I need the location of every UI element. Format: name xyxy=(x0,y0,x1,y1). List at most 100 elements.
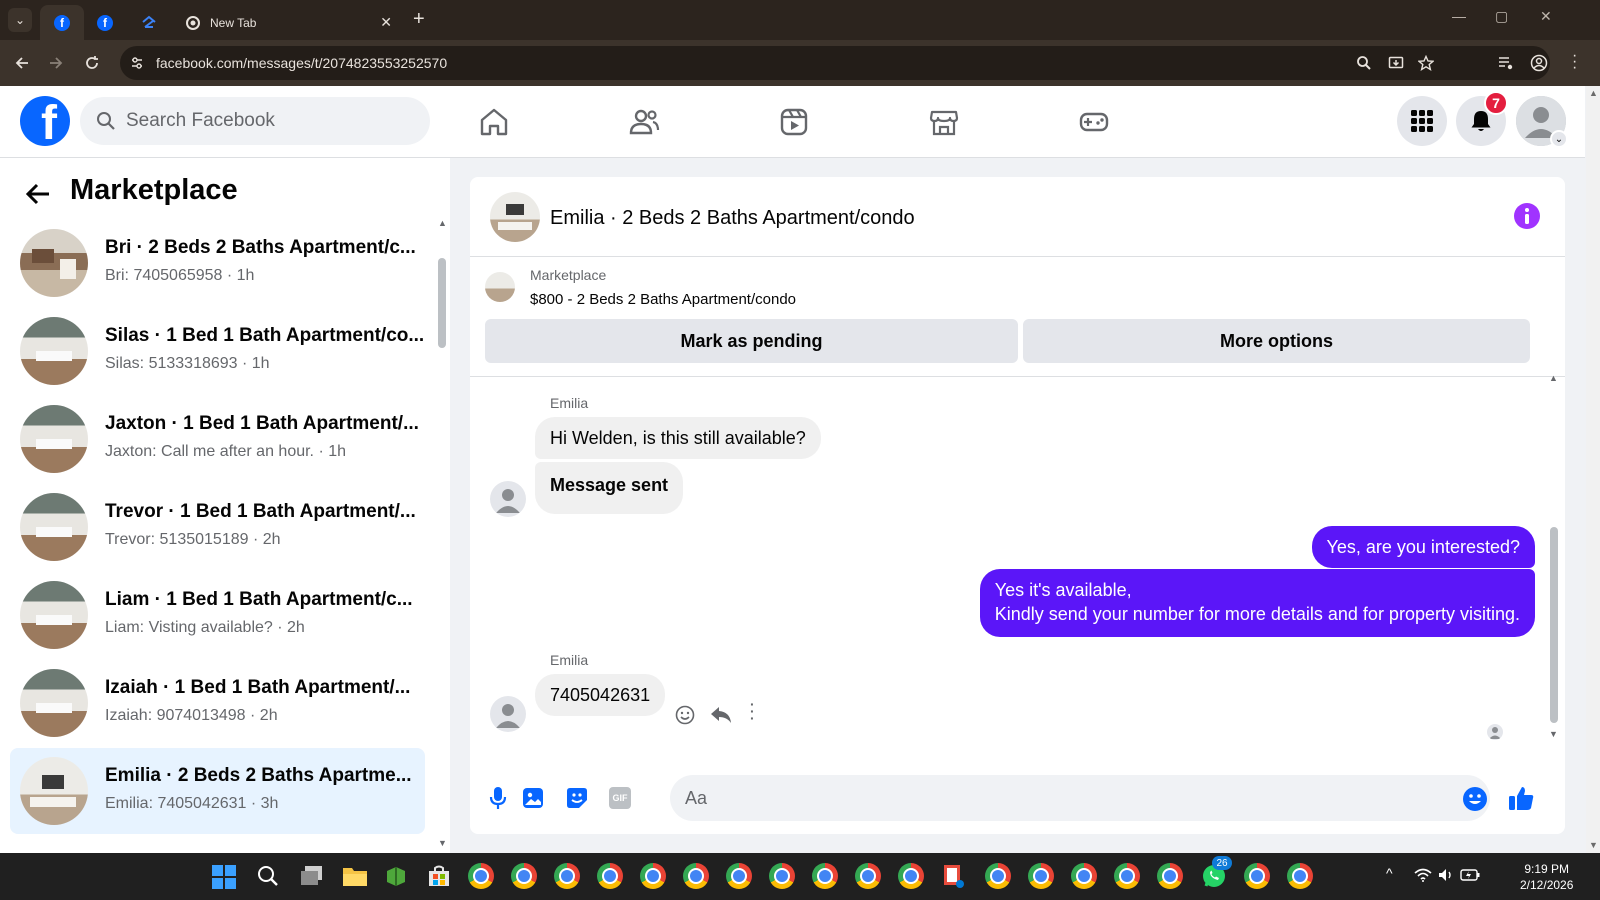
chrome-icon[interactable] xyxy=(1244,863,1270,889)
omnibox[interactable]: facebook.com/messages/t/2074823553252570 xyxy=(120,46,1550,80)
message-bubble-incoming[interactable]: 7405042631 xyxy=(535,674,666,716)
minimize-icon[interactable]: — xyxy=(1452,8,1466,24)
browser-menu-icon[interactable]: · · · xyxy=(1572,48,1577,76)
conversation-item[interactable]: Liam · 1 Bed 1 Bath Apartment/c... Liam:… xyxy=(10,572,425,658)
message-bubble-incoming[interactable]: Hi Welden, is this still available? xyxy=(535,417,821,459)
forward-arrow-icon[interactable] xyxy=(48,55,64,71)
photo-icon[interactable] xyxy=(522,787,544,809)
scroll-up-arrow[interactable]: ▲ xyxy=(438,218,447,228)
info-icon[interactable] xyxy=(1513,202,1541,230)
page-scrollbar[interactable]: ▲ ▼ xyxy=(1586,86,1600,853)
message-bubble-incoming[interactable]: Message sent xyxy=(535,462,684,514)
gif-icon[interactable]: GIF xyxy=(609,787,631,809)
tab-new-tab[interactable]: New Tab ✕ xyxy=(170,5,410,40)
thumbs-up-icon[interactable] xyxy=(1507,784,1535,812)
volume-icon[interactable] xyxy=(1438,868,1454,882)
react-emoji-icon[interactable] xyxy=(675,705,695,725)
tab-facebook[interactable]: f xyxy=(90,5,120,40)
chrome-icon[interactable] xyxy=(597,863,623,889)
chrome-icon[interactable] xyxy=(468,863,494,889)
chrome-icon[interactable] xyxy=(640,863,666,889)
chrome-icon[interactable] xyxy=(726,863,752,889)
media-controls-icon[interactable] xyxy=(1498,55,1514,71)
wifi-icon[interactable] xyxy=(1414,868,1432,882)
new-tab-button[interactable]: + xyxy=(413,8,425,31)
chrome-icon[interactable] xyxy=(855,863,881,889)
snipping-tool-icon[interactable] xyxy=(942,863,966,889)
chrome-icon[interactable] xyxy=(1157,863,1183,889)
system-clock[interactable]: 9:19 PM 2/12/2026 xyxy=(1520,861,1573,893)
page-scroll-down-arrow[interactable]: ▼ xyxy=(1589,840,1598,850)
chat-scroll-down-arrow[interactable]: ▼ xyxy=(1549,729,1558,739)
gaming-icon[interactable] xyxy=(1078,106,1110,138)
chrome-icon[interactable] xyxy=(769,863,795,889)
install-app-icon[interactable] xyxy=(1388,55,1404,71)
chrome-icon[interactable] xyxy=(1071,863,1097,889)
file-explorer-icon[interactable] xyxy=(342,865,368,887)
profile-icon[interactable] xyxy=(1530,54,1548,72)
home-icon[interactable] xyxy=(478,106,510,138)
chrome-icon[interactable] xyxy=(985,863,1011,889)
tab-zillow[interactable] xyxy=(134,5,164,40)
listing-name[interactable]: $800 - 2 Beds 2 Baths Apartment/condo xyxy=(530,291,796,308)
chrome-icon[interactable] xyxy=(1114,863,1140,889)
chrome-icon[interactable] xyxy=(683,863,709,889)
sender-avatar[interactable] xyxy=(490,696,526,732)
reply-icon[interactable] xyxy=(710,705,732,725)
more-options-button[interactable]: More options xyxy=(1023,319,1530,363)
video-icon[interactable] xyxy=(778,106,810,138)
search-input[interactable]: Search Facebook xyxy=(126,110,275,132)
chat-scroll-up-arrow[interactable]: ▲ xyxy=(1549,373,1558,383)
conversation-item[interactable]: Bri · 2 Beds 2 Baths Apartment/c... Bri:… xyxy=(10,220,425,306)
conversation-item[interactable]: Silas · 1 Bed 1 Bath Apartment/co... Sil… xyxy=(10,308,425,394)
close-tab-icon[interactable]: ✕ xyxy=(380,14,392,31)
search-box[interactable]: Search Facebook xyxy=(80,97,430,145)
battery-icon[interactable] xyxy=(1460,869,1480,881)
chat-scrollbar-thumb[interactable] xyxy=(1550,527,1558,723)
account-chevron-icon[interactable]: ⌄ xyxy=(1550,130,1568,148)
account-avatar[interactable]: ⌄ xyxy=(1516,96,1568,148)
page-scroll-up-arrow[interactable]: ▲ xyxy=(1589,88,1598,98)
marketplace-icon[interactable] xyxy=(928,106,960,138)
conversation-item[interactable]: Izaiah · 1 Bed 1 Bath Apartment/... Izai… xyxy=(10,660,425,746)
bookmark-star-icon[interactable] xyxy=(1418,55,1434,71)
url-text[interactable]: facebook.com/messages/t/2074823553252570 xyxy=(156,55,447,71)
tab-search-button[interactable]: ⌄ xyxy=(8,8,32,32)
menu-button[interactable] xyxy=(1397,96,1447,146)
minecraft-icon[interactable] xyxy=(385,865,407,887)
more-actions-icon[interactable]: · · · xyxy=(750,697,755,725)
chrome-icon[interactable] xyxy=(554,863,580,889)
chrome-icon[interactable] xyxy=(1028,863,1054,889)
facebook-logo[interactable]: f xyxy=(20,96,70,146)
microphone-icon[interactable] xyxy=(489,786,507,810)
sticker-icon[interactable] xyxy=(566,787,588,809)
conversation-item-selected[interactable]: Emilia · 2 Beds 2 Baths Apartme... Emili… xyxy=(10,748,425,834)
conversation-item[interactable]: Jaxton · 1 Bed 1 Bath Apartment/... Jaxt… xyxy=(10,396,425,482)
emoji-icon[interactable] xyxy=(1462,786,1488,812)
mark-as-pending-button[interactable]: Mark as pending xyxy=(485,319,1018,363)
conversation-item[interactable]: Trevor · 1 Bed 1 Bath Apartment/... Trev… xyxy=(10,484,425,570)
message-bubble-outgoing[interactable]: Yes it's available, Kindly send your num… xyxy=(979,569,1535,637)
tab-facebook-active[interactable]: f xyxy=(40,5,84,40)
message-input[interactable]: Aa xyxy=(670,775,1490,821)
sender-avatar[interactable] xyxy=(490,481,526,517)
back-arrow-icon[interactable] xyxy=(14,55,30,71)
close-window-icon[interactable]: ✕ xyxy=(1540,8,1552,25)
task-view-icon[interactable] xyxy=(300,865,324,887)
maximize-icon[interactable]: ▢ xyxy=(1495,8,1508,25)
microsoft-store-icon[interactable] xyxy=(427,864,451,888)
tray-chevron-icon[interactable]: ^ xyxy=(1386,865,1393,881)
site-info-icon[interactable] xyxy=(130,56,144,70)
chrome-icon[interactable] xyxy=(1287,863,1313,889)
scroll-down-arrow[interactable]: ▼ xyxy=(438,838,447,848)
friends-icon[interactable] xyxy=(628,106,660,138)
chrome-icon[interactable] xyxy=(898,863,924,889)
search-icon[interactable] xyxy=(257,865,279,887)
back-arrow-icon[interactable] xyxy=(24,180,52,208)
chat-listing-avatar[interactable] xyxy=(490,192,540,242)
zoom-icon[interactable] xyxy=(1356,55,1372,71)
windows-start-icon[interactable] xyxy=(212,865,236,889)
message-bubble-outgoing[interactable]: Yes, are you interested? xyxy=(1311,526,1535,568)
sidebar-scrollbar-thumb[interactable] xyxy=(438,258,446,348)
reload-icon[interactable] xyxy=(84,55,100,71)
